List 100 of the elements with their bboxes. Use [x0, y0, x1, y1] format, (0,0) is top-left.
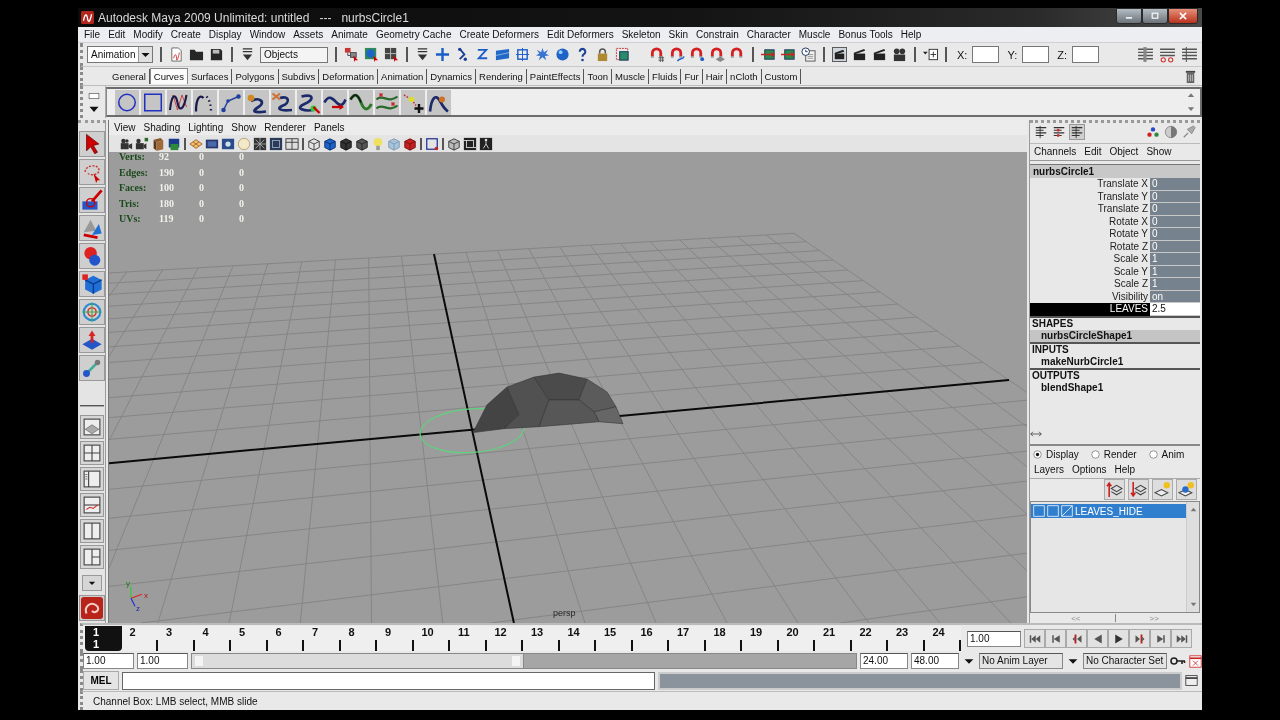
cube-icon[interactable]	[78, 271, 105, 297]
clock-document-icon[interactable]	[801, 47, 816, 62]
play-reverse-button[interactable]	[1087, 629, 1108, 648]
shelf-tab[interactable]: Toon	[584, 68, 612, 84]
image-plane-icon[interactable]	[167, 136, 181, 151]
folder-icon[interactable]	[189, 47, 204, 62]
shelf-tab[interactable]: Curves	[149, 68, 188, 84]
step-forward-key-button[interactable]	[1129, 629, 1150, 648]
skip-to-start-button[interactable]	[1024, 629, 1045, 648]
arc-points-icon[interactable]	[219, 89, 243, 115]
dropdown-lines-icon[interactable]	[240, 47, 255, 62]
shelf-tab[interactable]: Fur	[681, 68, 703, 84]
channel-name[interactable]: Translate X	[1030, 178, 1150, 191]
playback-start-field[interactable]: 1.00	[137, 653, 188, 669]
list-pane-icon[interactable]	[79, 467, 104, 491]
camera-lock-icon[interactable]	[135, 136, 149, 151]
frame-box-icon[interactable]	[463, 136, 477, 151]
shaded-cube-icon[interactable]	[323, 136, 337, 151]
visibility-box-icon[interactable]	[1033, 505, 1045, 517]
channel-value-field[interactable]: 0	[1150, 178, 1200, 191]
menu-item[interactable]: Character	[742, 27, 795, 42]
splat-icon[interactable]	[535, 47, 550, 62]
wire-cube-icon[interactable]	[307, 136, 321, 151]
command-input-field[interactable]	[122, 671, 655, 690]
menu-item[interactable]: Create	[166, 27, 205, 42]
lines-icon[interactable]	[1181, 46, 1198, 63]
menu-item[interactable]: Show	[227, 120, 261, 135]
down-arrow-icon[interactable]	[1188, 600, 1198, 609]
lasso-icon[interactable]	[78, 159, 105, 185]
clapper-icon[interactable]	[872, 47, 887, 62]
clapper-frame-icon[interactable]	[832, 47, 847, 62]
menu-item[interactable]: Renderer	[260, 120, 310, 135]
menu-item[interactable]: Help	[896, 27, 926, 42]
half-disc-icon[interactable]	[1164, 125, 1178, 139]
axes-dots-icon[interactable]	[1146, 125, 1160, 139]
menu-item[interactable]: Channels	[1030, 145, 1081, 159]
menu-item[interactable]: Edit	[1080, 145, 1106, 159]
z-curve-icon[interactable]	[475, 47, 490, 62]
shelf-tab[interactable]: Dynamics	[427, 68, 476, 84]
menu-item[interactable]: Edit	[104, 27, 130, 42]
split-box-icon[interactable]	[285, 136, 299, 151]
panel-icon[interactable]	[495, 47, 510, 62]
connected-node[interactable]: nurbsCircleShape1	[1030, 329, 1200, 342]
magnet-grid-icon[interactable]	[650, 47, 665, 62]
range-slider-bar[interactable]	[192, 654, 524, 668]
menu-item[interactable]: Bonus Tools	[834, 27, 897, 42]
joint-icon[interactable]	[455, 47, 470, 62]
safe-action-icon[interactable]	[269, 136, 283, 151]
shelf-tab[interactable]: Animation	[378, 68, 428, 84]
paint-select-icon[interactable]	[78, 187, 105, 213]
menu-item[interactable]: File	[80, 27, 105, 42]
menu-item[interactable]: Lighting	[184, 120, 228, 135]
shelf-tab[interactable]: Muscle	[612, 68, 650, 84]
solid-cube-icon[interactable]	[339, 136, 353, 151]
end-time-field[interactable]: 48.00	[911, 653, 959, 669]
cone-shapes-icon[interactable]	[78, 215, 105, 241]
square-icon[interactable]	[141, 89, 165, 115]
menu-item[interactable]: Muscle	[794, 27, 835, 42]
coordinate-field[interactable]	[972, 46, 1000, 63]
command-language-button[interactable]: MEL	[83, 671, 119, 690]
time-slider-frame[interactable]: 1 1	[85, 626, 122, 651]
channel-value-field[interactable]: 0	[1150, 228, 1200, 241]
dotted-box-icon[interactable]	[615, 47, 630, 62]
resize-handle-icon[interactable]	[1030, 428, 1042, 440]
dropdown-box-icon[interactable]	[923, 47, 938, 62]
selection-mode-field[interactable]: Objects	[260, 46, 328, 63]
s-curve-icon[interactable]	[349, 89, 373, 115]
channel-name[interactable]: Translate Y	[1030, 190, 1150, 203]
shelf-tab[interactable]: General	[109, 68, 150, 84]
dropdown-lines-icon[interactable]	[415, 47, 430, 62]
preferences-icon[interactable]	[1189, 654, 1202, 668]
slider-lines-icon[interactable]	[1137, 46, 1154, 63]
menu-item[interactable]: Options	[1068, 463, 1111, 477]
shelf-tab[interactable]: Deformation	[319, 68, 379, 84]
sphere-icon[interactable]	[555, 47, 570, 62]
menu-item[interactable]: Panels	[309, 120, 349, 135]
dot-lines-icon[interactable]	[1159, 46, 1176, 63]
resolution-gate-icon[interactable]	[221, 136, 235, 151]
play-button[interactable]	[1108, 629, 1129, 648]
minimize-button[interactable]	[1116, 8, 1142, 24]
channel-value-field[interactable]: 2.5	[1150, 303, 1200, 316]
menu-item[interactable]: Create Deformers	[455, 27, 543, 42]
close-button[interactable]	[1168, 8, 1198, 24]
layer-mode-radio[interactable]: Anim	[1148, 448, 1185, 460]
channel-name[interactable]: Scale X	[1030, 253, 1150, 266]
spheres-icon[interactable]	[78, 243, 105, 269]
curve-cursor-icon[interactable]	[297, 89, 321, 115]
anim-layer-field[interactable]: No Anim Layer	[979, 653, 1063, 669]
node-name[interactable]: nurbsCircle1	[1030, 165, 1200, 178]
camera-icon[interactable]	[119, 136, 133, 151]
character-set-field[interactable]: No Character Set	[1083, 653, 1167, 669]
scrollbar[interactable]	[1186, 502, 1199, 612]
magnet-point-icon[interactable]	[690, 47, 705, 62]
layer-row[interactable]: LEAVES_HIDE	[1031, 504, 1186, 518]
channel-name[interactable]: Rotate X	[1030, 215, 1150, 228]
connected-node[interactable]: blendShape1	[1030, 381, 1200, 394]
ball-cursor-icon[interactable]	[364, 47, 379, 62]
menu-item[interactable]: Skin	[664, 27, 693, 42]
shelf-tab[interactable]: Custom	[761, 68, 802, 84]
up-arrow-icon[interactable]	[1188, 505, 1198, 514]
